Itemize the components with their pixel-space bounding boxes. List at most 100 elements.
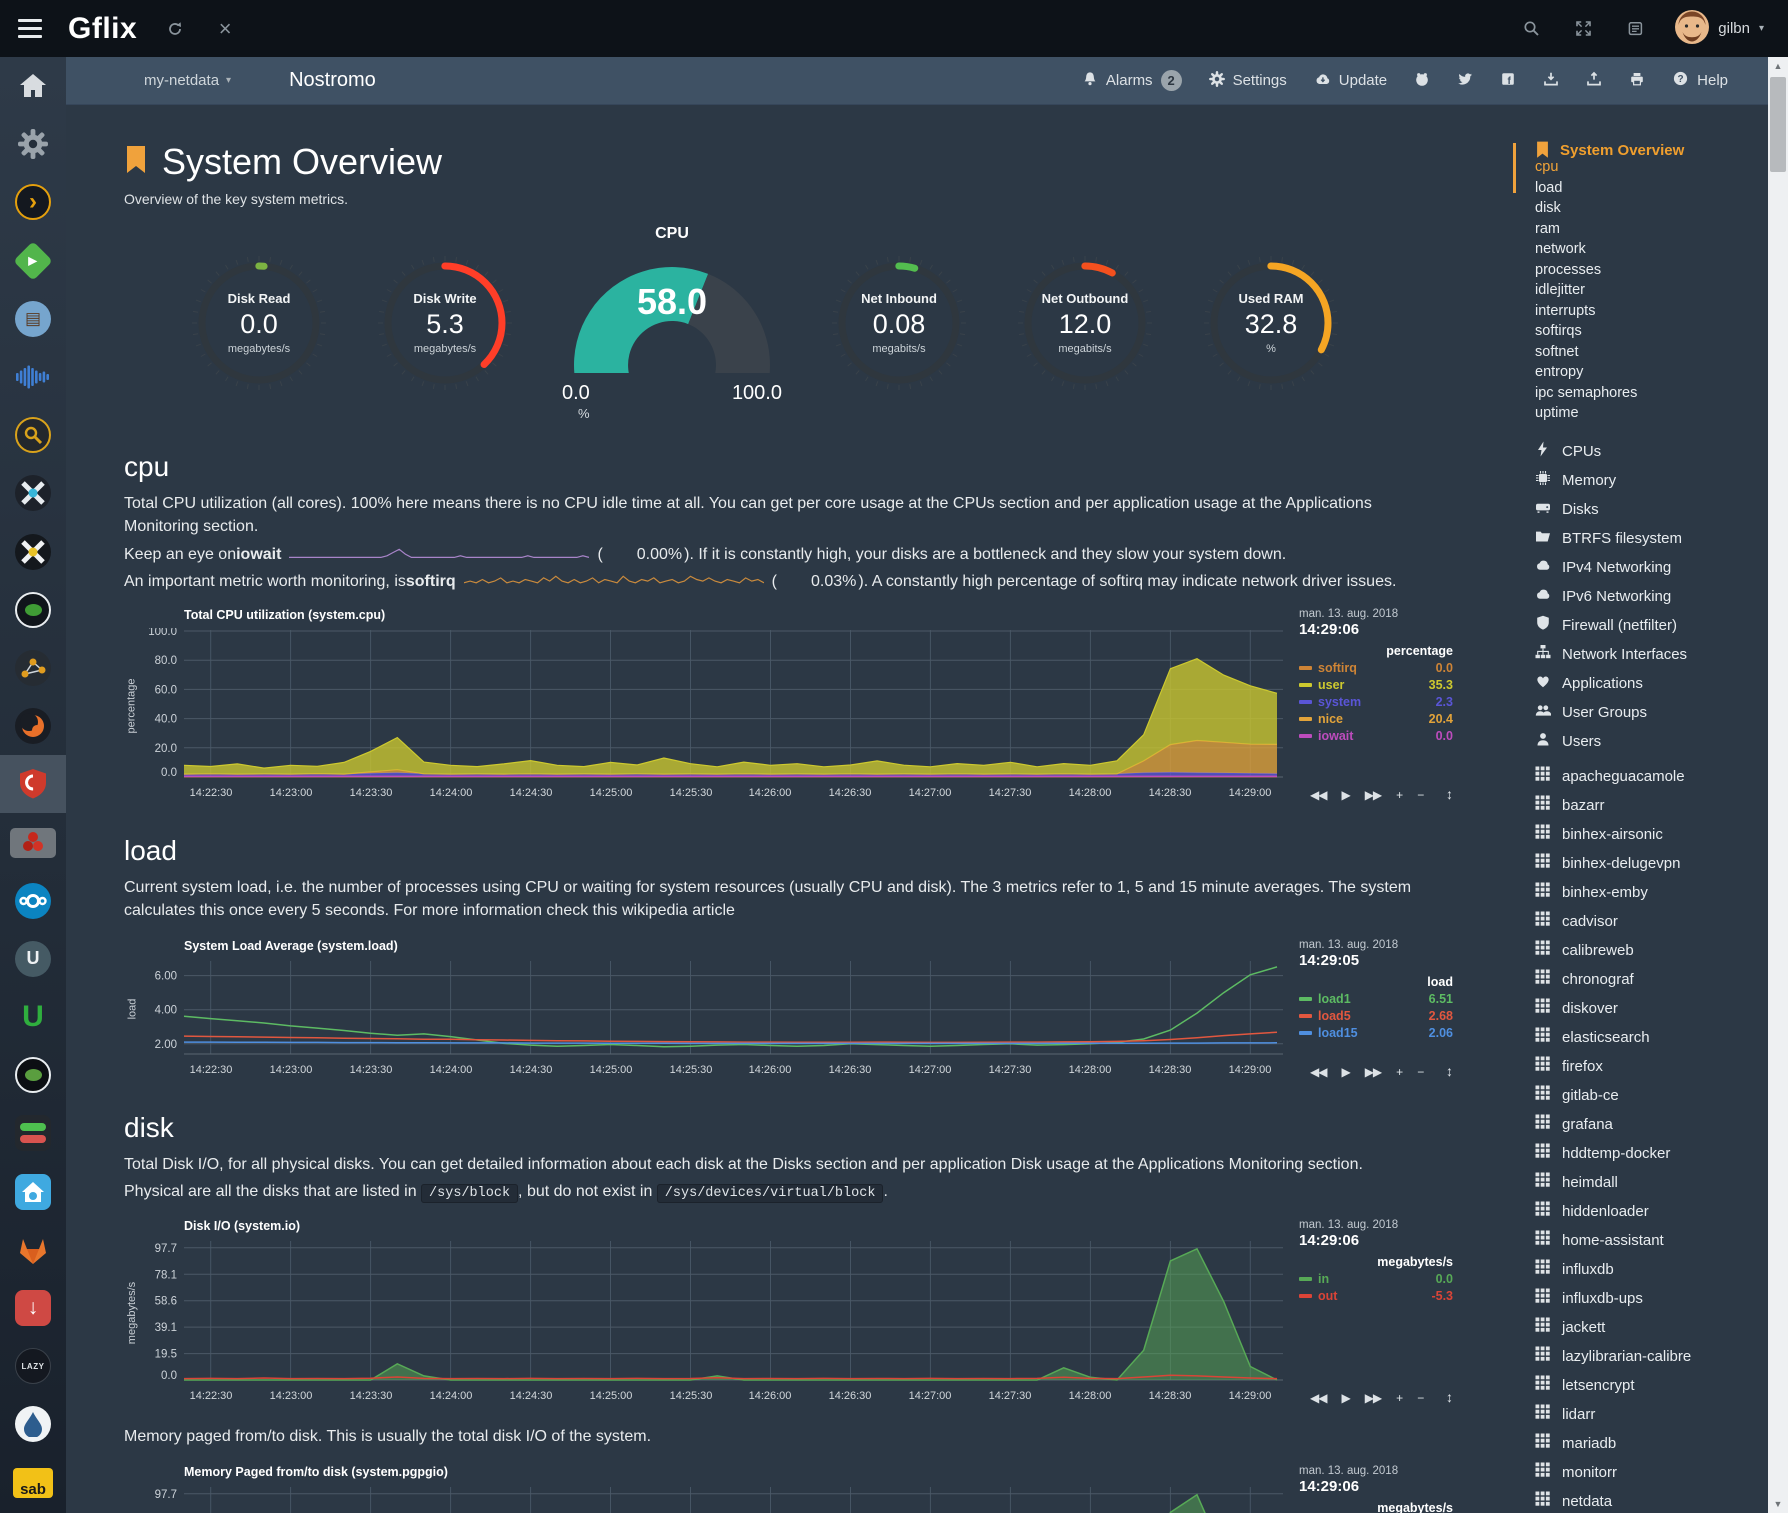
menu-app-elasticsearch[interactable]: elasticsearch bbox=[1535, 1028, 1765, 1047]
sidebar-app-app-berries-icon[interactable] bbox=[0, 813, 66, 871]
chart-pan-right-button[interactable]: ▶▶ bbox=[1365, 788, 1381, 802]
sidebar-app-app-plate-icon[interactable] bbox=[0, 1046, 66, 1104]
sidebar-app-gitlab-icon[interactable] bbox=[0, 1221, 66, 1279]
menu-app-lidarr[interactable]: lidarr bbox=[1535, 1405, 1765, 1424]
help-button[interactable]: ?Help bbox=[1672, 70, 1728, 91]
sidebar-app-lazylibrarian-icon[interactable]: LAZY bbox=[0, 1337, 66, 1395]
sidebar-app-netdata-icon[interactable] bbox=[0, 755, 66, 813]
gauge-used-ram[interactable]: Used RAM32.8% bbox=[1196, 248, 1346, 398]
chart-plot-area[interactable]: 97.778.158.639.119.50.0 bbox=[140, 1485, 1283, 1513]
chart-zoom-in-button[interactable]: + bbox=[1396, 788, 1402, 802]
chart-pan-left-button[interactable]: ◀◀ bbox=[1310, 788, 1326, 802]
chart-resize-handle[interactable]: ↕ bbox=[1446, 1389, 1453, 1405]
server-dropdown[interactable]: my-netdata▾ bbox=[144, 72, 231, 89]
chart-play-button[interactable]: ▶ bbox=[1341, 1065, 1349, 1079]
menu-item-processes[interactable]: processes bbox=[1535, 262, 1765, 283]
chart-zoom-out-button[interactable]: − bbox=[1417, 788, 1423, 802]
menu-app-jackett[interactable]: jackett bbox=[1535, 1318, 1765, 1337]
sidebar-app-home-icon[interactable] bbox=[0, 57, 66, 115]
menu-section-users[interactable]: Users bbox=[1535, 732, 1765, 751]
scrollbar-thumb[interactable] bbox=[1770, 77, 1786, 172]
gauge-disk-write[interactable]: Disk Write5.3megabytes/s bbox=[370, 248, 520, 398]
sidebar-app-unifi-icon[interactable]: U bbox=[0, 930, 66, 988]
sidebar-app-plex-icon[interactable]: › bbox=[0, 173, 66, 231]
scroll-up-arrow[interactable]: ▲ bbox=[1768, 61, 1788, 71]
menu-app-lazylibrarian-calibre[interactable]: lazylibrarian-calibre bbox=[1535, 1347, 1765, 1366]
chart-zoom-out-button[interactable]: − bbox=[1417, 1065, 1423, 1079]
alarms-button[interactable]: Alarms 2 bbox=[1082, 70, 1182, 91]
menu-item-uptime[interactable]: uptime bbox=[1535, 405, 1765, 426]
menu-app-letsencrypt[interactable]: letsencrypt bbox=[1535, 1376, 1765, 1395]
menu-item-disk[interactable]: disk bbox=[1535, 200, 1765, 221]
menu-item-cpu[interactable]: cpu bbox=[1535, 159, 1765, 180]
sidebar-app-app-nodes-icon[interactable] bbox=[0, 639, 66, 697]
sidebar-app-app-x-white-icon[interactable] bbox=[0, 464, 66, 522]
sidebar-app-app-download-icon[interactable]: ↓ bbox=[0, 1279, 66, 1337]
menu-app-grafana[interactable]: grafana bbox=[1535, 1115, 1765, 1134]
menu-item-idlejitter[interactable]: idlejitter bbox=[1535, 282, 1765, 303]
menu-app-binhex-airsonic[interactable]: binhex-airsonic bbox=[1535, 825, 1765, 844]
import-button[interactable] bbox=[1543, 71, 1559, 91]
sidebar-app-calibre-web-icon[interactable]: ▤ bbox=[0, 290, 66, 348]
sidebar-app-app-u-green-icon[interactable]: U bbox=[0, 988, 66, 1046]
chart-resize-handle[interactable]: ↕ bbox=[1446, 786, 1453, 802]
sidebar-app-app-x-yellow-icon[interactable] bbox=[0, 523, 66, 581]
menu-app-binhex-delugevpn[interactable]: binhex-delugevpn bbox=[1535, 854, 1765, 873]
menu-app-hddtemp-docker[interactable]: hddtemp-docker bbox=[1535, 1144, 1765, 1163]
menu-app-apacheguacamole[interactable]: apacheguacamole bbox=[1535, 767, 1765, 786]
menu-app-cadvisor[interactable]: cadvisor bbox=[1535, 912, 1765, 931]
menu-item-network[interactable]: network bbox=[1535, 241, 1765, 262]
menu-app-home-assistant[interactable]: home-assistant bbox=[1535, 1231, 1765, 1250]
menu-item-interrupts[interactable]: interrupts bbox=[1535, 303, 1765, 324]
menu-section-firewall-netfilter-[interactable]: Firewall (netfilter) bbox=[1535, 616, 1765, 635]
menu-app-diskover[interactable]: diskover bbox=[1535, 999, 1765, 1018]
menu-app-influxdb-ups[interactable]: influxdb-ups bbox=[1535, 1289, 1765, 1308]
menu-section-ipv4-networking[interactable]: IPv4 Networking bbox=[1535, 558, 1765, 577]
chart-pan-right-button[interactable]: ▶▶ bbox=[1365, 1065, 1381, 1079]
menu-app-influxdb[interactable]: influxdb bbox=[1535, 1260, 1765, 1279]
chart-play-button[interactable]: ▶ bbox=[1341, 788, 1349, 802]
menu-app-firefox[interactable]: firefox bbox=[1535, 1057, 1765, 1076]
menu-item-entropy[interactable]: entropy bbox=[1535, 364, 1765, 385]
gauge-net-outbound[interactable]: Net Outbound12.0megabits/s bbox=[1010, 248, 1160, 398]
sidebar-app-airsonic-icon[interactable] bbox=[0, 348, 66, 406]
sidebar-app-grafana-icon[interactable] bbox=[0, 697, 66, 755]
menu-app-bazarr[interactable]: bazarr bbox=[1535, 796, 1765, 815]
changelog-icon[interactable] bbox=[1623, 17, 1647, 41]
chart-plot-area[interactable]: 6.004.002.00 bbox=[140, 959, 1283, 1060]
search-icon[interactable] bbox=[1519, 17, 1543, 41]
chart-zoom-in-button[interactable]: + bbox=[1396, 1065, 1402, 1079]
chart-play-button[interactable]: ▶ bbox=[1341, 1391, 1349, 1405]
menu-section-disks[interactable]: Disks bbox=[1535, 500, 1765, 519]
menu-item-ipc-semaphores[interactable]: ipc semaphores bbox=[1535, 385, 1765, 406]
user-menu[interactable]: gilbn ▾ bbox=[1675, 10, 1764, 48]
menu-section-user-groups[interactable]: User Groups bbox=[1535, 703, 1765, 722]
sidebar-app-sabnzbd-icon[interactable]: sab bbox=[0, 1454, 66, 1512]
menu-section-network-interfaces[interactable]: Network Interfaces bbox=[1535, 645, 1765, 664]
menu-item-softirqs[interactable]: softirqs bbox=[1535, 323, 1765, 344]
chart-plot-area[interactable]: 97.778.158.639.119.50.0 bbox=[140, 1239, 1283, 1386]
menu-section-cpus[interactable]: CPUs bbox=[1535, 442, 1765, 461]
menu-app-hiddenloader[interactable]: hiddenloader bbox=[1535, 1202, 1765, 1221]
menu-section-ipv6-networking[interactable]: IPv6 Networking bbox=[1535, 587, 1765, 606]
close-icon[interactable]: × bbox=[213, 17, 237, 41]
chart-plot-area[interactable]: 100.080.060.040.020.00.0 bbox=[140, 628, 1283, 783]
print-button[interactable] bbox=[1629, 71, 1645, 91]
menu-app-heimdall[interactable]: heimdall bbox=[1535, 1173, 1765, 1192]
sidebar-app-settings-icon[interactable] bbox=[0, 115, 66, 173]
menu-item-ram[interactable]: ram bbox=[1535, 221, 1765, 242]
menu-app-binhex-emby[interactable]: binhex-emby bbox=[1535, 883, 1765, 902]
export-button[interactable] bbox=[1586, 71, 1602, 91]
sidebar-app-home-assistant-icon[interactable] bbox=[0, 1163, 66, 1221]
chart-zoom-out-button[interactable]: − bbox=[1417, 1391, 1423, 1405]
gauge-net-inbound[interactable]: Net Inbound0.08megabits/s bbox=[824, 248, 974, 398]
menu-section-memory[interactable]: Memory bbox=[1535, 471, 1765, 490]
chart-pan-right-button[interactable]: ▶▶ bbox=[1365, 1391, 1381, 1405]
menu-app-gitlab-ce[interactable]: gitlab-ce bbox=[1535, 1086, 1765, 1105]
fullscreen-icon[interactable] bbox=[1571, 17, 1595, 41]
chart-pan-left-button[interactable]: ◀◀ bbox=[1310, 1391, 1326, 1405]
menu-item-softnet[interactable]: softnet bbox=[1535, 344, 1765, 365]
update-button[interactable]: Update bbox=[1314, 71, 1387, 91]
twitter-button[interactable] bbox=[1457, 71, 1473, 91]
menu-icon[interactable] bbox=[18, 19, 42, 38]
